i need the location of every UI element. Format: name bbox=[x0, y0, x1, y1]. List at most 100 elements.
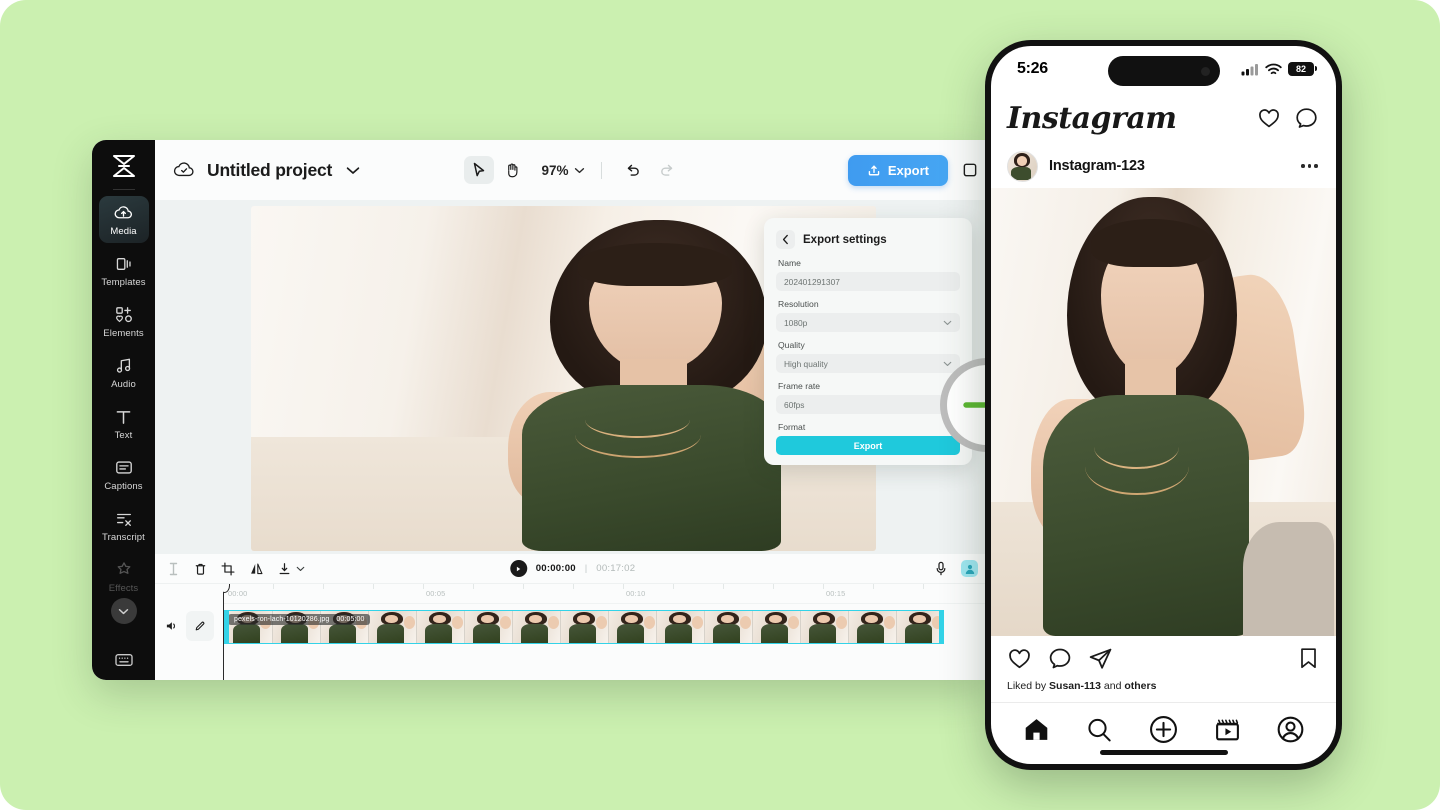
export-panel-export-button[interactable]: Export bbox=[776, 436, 960, 455]
cellular-signal-icon bbox=[1241, 63, 1259, 76]
screenshot-root: Media Templates Elements Audio Text Capt… bbox=[0, 0, 1440, 810]
field-label-name: Name bbox=[778, 258, 801, 268]
timeline-ruler[interactable]: 00:00 00:05 00:10 00:15 bbox=[223, 584, 990, 604]
select-tool-button[interactable] bbox=[463, 156, 494, 184]
status-bar-indicators: 82 bbox=[1241, 62, 1317, 76]
comment-bubble-icon[interactable] bbox=[1048, 647, 1072, 670]
speaker-icon[interactable] bbox=[165, 620, 178, 632]
play-button[interactable] bbox=[509, 560, 527, 577]
transcript-icon bbox=[115, 509, 133, 528]
sidebar-item-text[interactable]: Text bbox=[99, 400, 149, 447]
likes-others[interactable]: others bbox=[1124, 680, 1156, 692]
download-icon[interactable] bbox=[278, 562, 291, 576]
likes-suffix: and bbox=[1103, 680, 1122, 692]
sidebar-item-captions[interactable]: Captions bbox=[99, 451, 149, 498]
sidebar-item-transcript[interactable]: Transcript bbox=[99, 502, 149, 549]
timeline-tracks[interactable]: 00:00 00:05 00:10 00:15 pexels-ron-lach-… bbox=[223, 584, 990, 680]
clip-duration: 00:05:00 bbox=[336, 616, 365, 623]
timeline-body: 00:00 00:05 00:10 00:15 pexels-ron-lach-… bbox=[155, 584, 990, 680]
redo-button[interactable] bbox=[652, 156, 682, 184]
share-paperplane-icon[interactable] bbox=[1088, 647, 1113, 670]
heart-icon[interactable] bbox=[1257, 107, 1281, 129]
sidebar-divider bbox=[112, 189, 135, 190]
quality-select[interactable]: High quality bbox=[776, 354, 960, 373]
timeline-playhead[interactable] bbox=[223, 584, 230, 680]
clip-trim-handle-right[interactable] bbox=[939, 610, 944, 644]
profile-icon[interactable] bbox=[1277, 716, 1304, 743]
search-icon[interactable] bbox=[1086, 717, 1113, 743]
hand-tool-button[interactable] bbox=[497, 156, 527, 184]
download-chevron-down-icon[interactable] bbox=[296, 566, 305, 572]
sidebar-item-label: Audio bbox=[111, 379, 136, 390]
timeline-toolbar: 00:00:00 | 00:17:02 bbox=[155, 554, 990, 584]
more-options-icon[interactable] bbox=[1301, 164, 1318, 168]
sidebar-item-elements[interactable]: Elements bbox=[99, 298, 149, 345]
chevron-down-icon bbox=[943, 361, 952, 367]
like-heart-icon[interactable] bbox=[1007, 647, 1032, 670]
canvas-tools: 97% bbox=[463, 156, 681, 184]
microphone-icon[interactable] bbox=[935, 561, 947, 576]
chevron-left-icon bbox=[782, 234, 789, 245]
field-label-frame-rate: Frame rate bbox=[778, 381, 821, 391]
toolbar-divider bbox=[600, 161, 602, 179]
sidebar-item-effects[interactable]: Effects bbox=[99, 553, 149, 600]
project-title: Untitled project bbox=[207, 159, 333, 180]
post-likes-text: Liked by Susan-113 and others bbox=[991, 680, 1336, 702]
chevron-down-icon bbox=[943, 320, 952, 326]
export-settings-panel: Export settings Name 202401291307 Resolu… bbox=[764, 218, 972, 465]
pencil-edit-icon[interactable] bbox=[186, 611, 214, 641]
preview-canvas-area: Export settings Name 202401291307 Resolu… bbox=[155, 200, 990, 554]
battery-indicator: 82 bbox=[1288, 62, 1317, 76]
export-panel-back-button[interactable] bbox=[776, 230, 795, 249]
sidebar-collapse-button[interactable] bbox=[110, 598, 137, 624]
sidebar-item-templates[interactable]: Templates bbox=[99, 247, 149, 294]
zoom-level-control[interactable]: 97% bbox=[541, 163, 584, 178]
mirror-icon[interactable] bbox=[249, 562, 264, 576]
post-header: Instagram-123 bbox=[991, 144, 1336, 188]
undo-icon bbox=[625, 163, 641, 177]
name-input[interactable]: 202401291307 bbox=[776, 272, 960, 291]
track-controls bbox=[155, 608, 223, 644]
bookmark-icon[interactable] bbox=[1299, 647, 1318, 670]
timeline-toolbar-right bbox=[935, 560, 990, 577]
messenger-icon[interactable] bbox=[1295, 107, 1318, 129]
resolution-select[interactable]: 1080p bbox=[776, 313, 960, 332]
time-separator: | bbox=[584, 563, 588, 574]
project-title-chevron-down-icon[interactable] bbox=[346, 166, 360, 175]
editor-sidebar: Media Templates Elements Audio Text Capt… bbox=[92, 140, 155, 680]
phone-screen: 5:26 82 Instagram Instagram-123 Liked by… bbox=[991, 46, 1336, 764]
editor-main: Untitled project 97% Export Export setti… bbox=[155, 140, 990, 680]
avatar[interactable] bbox=[1007, 150, 1038, 182]
field-label-format: Format bbox=[778, 422, 806, 432]
sidebar-item-label: Media bbox=[110, 226, 137, 237]
crop-icon[interactable] bbox=[221, 562, 235, 576]
sidebar-item-media[interactable]: Media bbox=[98, 196, 149, 243]
sidebar-item-audio[interactable]: Audio bbox=[99, 349, 149, 396]
post-image[interactable] bbox=[991, 188, 1336, 636]
export-upload-icon bbox=[867, 163, 881, 177]
playback-controls: 00:00:00 | 00:17:02 bbox=[509, 560, 635, 577]
user-avatar-icon[interactable] bbox=[961, 560, 978, 577]
post-username[interactable]: Instagram-123 bbox=[1049, 158, 1145, 174]
undo-button[interactable] bbox=[618, 156, 648, 184]
topbar-overflow-icon[interactable] bbox=[962, 162, 978, 178]
sidebar-item-label: Templates bbox=[101, 277, 146, 288]
likes-username[interactable]: Susan-113 bbox=[1049, 680, 1101, 692]
hand-icon bbox=[505, 162, 520, 178]
trash-icon[interactable] bbox=[194, 562, 207, 576]
home-icon[interactable] bbox=[1023, 717, 1050, 742]
reels-icon[interactable] bbox=[1214, 717, 1241, 743]
clip-trim-handle-left[interactable] bbox=[224, 610, 229, 644]
plus-circle-icon[interactable] bbox=[1149, 715, 1178, 744]
clip-filename: pexels-ron-lach-10120286.jpg bbox=[234, 616, 330, 623]
keyboard-shortcuts-icon[interactable] bbox=[114, 652, 134, 668]
post-action-bar bbox=[991, 636, 1336, 680]
export-button[interactable]: Export bbox=[847, 154, 948, 186]
ruler-mark: 00:05 bbox=[426, 589, 446, 598]
cursor-arrow-icon bbox=[471, 162, 485, 178]
ruler-mark: 00:10 bbox=[626, 589, 646, 598]
sidebar-items: Media Templates Elements Audio Text Capt… bbox=[92, 196, 155, 604]
split-icon[interactable] bbox=[167, 562, 180, 576]
likes-prefix: Liked by bbox=[1007, 680, 1047, 692]
frame-rate-select[interactable]: 60fps bbox=[776, 395, 960, 414]
